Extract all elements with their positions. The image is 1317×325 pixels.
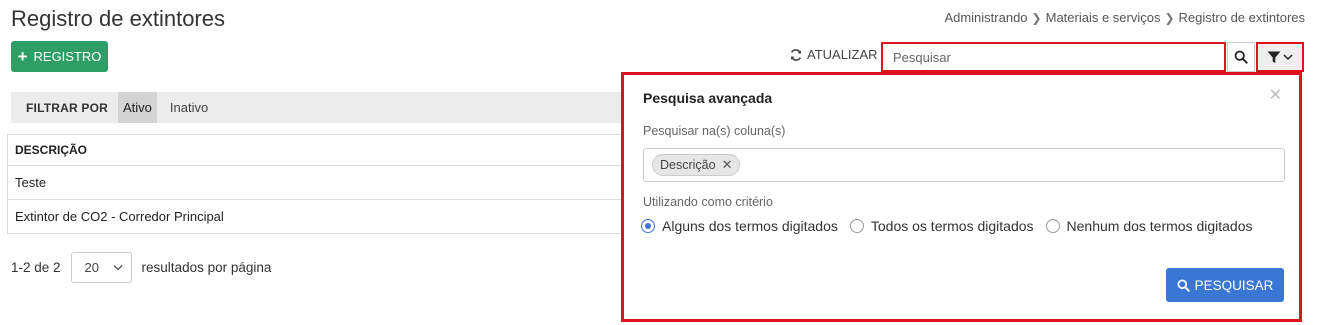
breadcrumb-item-current: Registro de extintores (1178, 10, 1305, 25)
advanced-search-title: Pesquisa avançada (643, 90, 773, 106)
radio-button[interactable] (641, 219, 655, 233)
filter-icon (1267, 51, 1281, 63)
filter-option-ativo[interactable]: Ativo (117, 92, 157, 123)
columns-multiselect[interactable]: Descrição ✕ (643, 148, 1285, 182)
refresh-button[interactable]: ATUALIZAR (789, 47, 878, 62)
criteria-option-label: Alguns dos termos digitados (662, 218, 838, 234)
criteria-option-label: Todos os termos digitados (870, 218, 1034, 234)
column-chip-label: Descrição (660, 158, 716, 172)
advanced-search-submit-button[interactable]: PESQUISAR (1166, 268, 1284, 302)
table-header-description[interactable]: DESCRIÇÃO (7, 135, 621, 166)
criteria-option-all[interactable]: Todos os termos digitados (849, 218, 1034, 234)
criteria-label: Utilizando como critério (643, 195, 773, 209)
filter-label: FILTRAR POR (26, 100, 108, 115)
columns-label: Pesquisar na(s) coluna(s) (643, 124, 786, 138)
criteria-option-none[interactable]: Nenhum dos termos digitados (1045, 218, 1253, 234)
breadcrumb-item-administrando[interactable]: Administrando (944, 10, 1027, 25)
page-size-select[interactable]: 20 (70, 251, 132, 283)
pagination: 1-2 de 2 20 resultados por página (11, 251, 271, 283)
advanced-filter-toggle-button[interactable] (1256, 42, 1304, 72)
chevron-right-icon: ❯ (1031, 10, 1042, 25)
per-page-label: resultados por página (141, 259, 272, 275)
search-field-wrapper (881, 42, 1226, 72)
page-size-value: 20 (84, 259, 100, 275)
chevron-down-icon (113, 264, 123, 270)
criteria-option-label: Nenhum dos termos digitados (1066, 218, 1253, 234)
radio-button[interactable] (1045, 219, 1060, 233)
table-row[interactable]: Teste (7, 166, 621, 200)
column-chip-descricao: Descrição ✕ (652, 154, 741, 176)
chevron-right-icon: ❯ (1164, 10, 1175, 25)
remove-chip-icon[interactable]: ✕ (722, 157, 733, 173)
new-record-button[interactable]: + REGISTRO (11, 41, 108, 72)
breadcrumb-item-materiais[interactable]: Materiais e serviços (1046, 10, 1161, 25)
refresh-icon (790, 48, 802, 61)
submit-label: PESQUISAR (1194, 277, 1274, 293)
records-table: DESCRIÇÃO Teste Extintor de CO2 - Corred… (7, 134, 621, 234)
new-record-label: REGISTRO (33, 49, 102, 64)
page-title: Registro de extintores (11, 6, 225, 31)
criteria-radio-group: Alguns dos termos digitados Todos os ter… (641, 218, 1253, 234)
refresh-label: ATUALIZAR (807, 47, 878, 62)
radio-button[interactable] (849, 219, 864, 233)
search-button[interactable] (1227, 42, 1255, 72)
search-icon (1177, 278, 1190, 292)
filter-bar: FILTRAR POR Ativo Inativo (11, 92, 621, 123)
advanced-search-panel: Pesquisa avançada ✕ Pesquisar na(s) colu… (621, 72, 1302, 322)
search-input[interactable] (883, 44, 1224, 70)
pagination-range: 1-2 de 2 (11, 259, 61, 275)
table-row[interactable]: Extintor de CO2 - Corredor Principal (7, 200, 621, 234)
plus-icon: + (17, 47, 28, 66)
breadcrumb: Administrando ❯ Materiais e serviços ❯ R… (944, 10, 1305, 25)
chevron-down-icon (1283, 54, 1293, 61)
criteria-option-some[interactable]: Alguns dos termos digitados (641, 218, 838, 234)
search-icon (1234, 50, 1248, 64)
filter-option-inativo[interactable]: Inativo (165, 92, 213, 123)
close-icon[interactable]: ✕ (1269, 85, 1282, 105)
